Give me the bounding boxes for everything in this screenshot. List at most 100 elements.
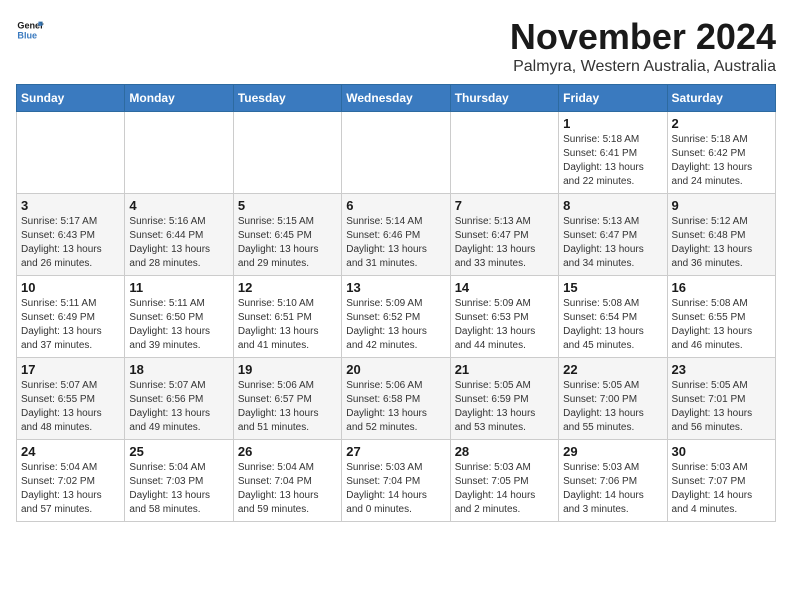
table-row: 5Sunrise: 5:15 AM Sunset: 6:45 PM Daylig… xyxy=(233,194,341,276)
table-row: 11Sunrise: 5:11 AM Sunset: 6:50 PM Dayli… xyxy=(125,276,233,358)
calendar-week-row: 10 Sunrise: 5:11 AM Sunset: 6:49 PM Dayli… xyxy=(17,276,776,358)
table-row: 4 Sunrise: 5:16 AM Sunset: 6:44 PM Daylig… xyxy=(125,194,233,276)
cell-day-number: 30 xyxy=(672,444,771,459)
cell-info-text: Sunrise: 5:13 AM Sunset: 6:47 PM Dayligh… xyxy=(455,215,554,271)
cell-info-text: Sunrise: 5:11 AM Sunset: 6:49 PM Dayligh… xyxy=(21,297,120,353)
cell-day-number: 28 xyxy=(455,444,554,459)
table-row xyxy=(233,112,341,194)
cell-day-number: 21 xyxy=(455,362,554,377)
logo: General Blue xyxy=(16,16,44,44)
cell-info-text: Sunrise: 5:04 AM Sunset: 7:03 PM Dayligh… xyxy=(129,461,228,517)
table-row: 13 Sunrise: 5:09 AM Sunset: 6:52 PM Dayli… xyxy=(342,276,450,358)
cell-info-text: Sunrise: 5:05 AM Sunset: 7:01 PM Dayligh… xyxy=(672,379,771,435)
cell-info-text: Sunrise: 5:13 AM Sunset: 6:47 PM Dayligh… xyxy=(563,215,662,271)
col-wednesday: Wednesday xyxy=(342,85,450,112)
calendar-header-row: Sunday Monday Tuesday Wednesday Thursday… xyxy=(17,85,776,112)
calendar-week-row: 3 Sunrise: 5:17 AM Sunset: 6:43 PM Daylig… xyxy=(17,194,776,276)
cell-info-text: Sunrise: 5:07 AM Sunset: 6:55 PM Dayligh… xyxy=(21,379,120,435)
table-row: 26 Sunrise: 5:04 AM Sunset: 7:04 PM Dayli… xyxy=(233,440,341,522)
cell-info-text: Sunrise: 5:05 AM Sunset: 6:59 PM Dayligh… xyxy=(455,379,554,435)
table-row: 19 Sunrise: 5:06 AM Sunset: 6:57 PM Dayli… xyxy=(233,358,341,440)
col-thursday: Thursday xyxy=(450,85,558,112)
cell-day-number: 7 xyxy=(455,198,554,213)
cell-info-text: Sunrise: 5:03 AM Sunset: 7:05 PM Dayligh… xyxy=(455,461,554,517)
cell-info-text: Sunrise: 5:12 AM Sunset: 6:48 PM Dayligh… xyxy=(672,215,771,271)
col-monday: Monday xyxy=(125,85,233,112)
table-row: 7 Sunrise: 5:13 AM Sunset: 6:47 PM Daylig… xyxy=(450,194,558,276)
table-row xyxy=(17,112,125,194)
table-row: 16Sunrise: 5:08 AM Sunset: 6:55 PM Dayli… xyxy=(667,276,775,358)
cell-day-number: 15 xyxy=(563,280,662,295)
cell-day-number: 27 xyxy=(346,444,445,459)
cell-info-text: Sunrise: 5:11 AM Sunset: 6:50 PM Dayligh… xyxy=(129,297,228,353)
cell-day-number: 3 xyxy=(21,198,120,213)
cell-day-number: 20 xyxy=(346,362,445,377)
table-row: 18 Sunrise: 5:07 AM Sunset: 6:56 PM Dayli… xyxy=(125,358,233,440)
cell-day-number: 1 xyxy=(563,116,662,131)
table-row: 24Sunrise: 5:04 AM Sunset: 7:02 PM Dayli… xyxy=(17,440,125,522)
cell-info-text: Sunrise: 5:09 AM Sunset: 6:53 PM Dayligh… xyxy=(455,297,554,353)
logo-icon: General Blue xyxy=(16,16,44,44)
cell-info-text: Sunrise: 5:10 AM Sunset: 6:51 PM Dayligh… xyxy=(238,297,337,353)
cell-day-number: 4 xyxy=(129,198,228,213)
table-row: 14 Sunrise: 5:09 AM Sunset: 6:53 PM Dayli… xyxy=(450,276,558,358)
table-row xyxy=(342,112,450,194)
cell-day-number: 29 xyxy=(563,444,662,459)
table-row: 27 Sunrise: 5:03 AM Sunset: 7:04 PM Dayli… xyxy=(342,440,450,522)
cell-day-number: 10 xyxy=(21,280,120,295)
cell-day-number: 2 xyxy=(672,116,771,131)
cell-day-number: 9 xyxy=(672,198,771,213)
cell-info-text: Sunrise: 5:04 AM Sunset: 7:04 PM Dayligh… xyxy=(238,461,337,517)
cell-info-text: Sunrise: 5:06 AM Sunset: 6:57 PM Dayligh… xyxy=(238,379,337,435)
cell-day-number: 6 xyxy=(346,198,445,213)
table-row: 2 Sunrise: 5:18 AM Sunset: 6:42 PM Daylig… xyxy=(667,112,775,194)
table-row: 1 Sunrise: 5:18 AM Sunset: 6:41 PM Daylig… xyxy=(559,112,667,194)
cell-day-number: 12 xyxy=(238,280,337,295)
col-tuesday: Tuesday xyxy=(233,85,341,112)
cell-info-text: Sunrise: 5:08 AM Sunset: 6:54 PM Dayligh… xyxy=(563,297,662,353)
table-row: 29 Sunrise: 5:03 AM Sunset: 7:06 PM Dayli… xyxy=(559,440,667,522)
cell-day-number: 5 xyxy=(238,198,337,213)
calendar-week-row: 24Sunrise: 5:04 AM Sunset: 7:02 PM Dayli… xyxy=(17,440,776,522)
cell-day-number: 26 xyxy=(238,444,337,459)
cell-info-text: Sunrise: 5:16 AM Sunset: 6:44 PM Dayligh… xyxy=(129,215,228,271)
table-row: 22 Sunrise: 5:05 AM Sunset: 7:00 PM Dayli… xyxy=(559,358,667,440)
calendar-table: Sunday Monday Tuesday Wednesday Thursday… xyxy=(16,84,776,522)
calendar-week-row: 1 Sunrise: 5:18 AM Sunset: 6:41 PM Daylig… xyxy=(17,112,776,194)
table-row: 28 Sunrise: 5:03 AM Sunset: 7:05 PM Dayli… xyxy=(450,440,558,522)
cell-day-number: 22 xyxy=(563,362,662,377)
cell-day-number: 8 xyxy=(563,198,662,213)
cell-info-text: Sunrise: 5:09 AM Sunset: 6:52 PM Dayligh… xyxy=(346,297,445,353)
cell-info-text: Sunrise: 5:03 AM Sunset: 7:06 PM Dayligh… xyxy=(563,461,662,517)
table-row: 6 Sunrise: 5:14 AM Sunset: 6:46 PM Daylig… xyxy=(342,194,450,276)
cell-info-text: Sunrise: 5:07 AM Sunset: 6:56 PM Dayligh… xyxy=(129,379,228,435)
col-friday: Friday xyxy=(559,85,667,112)
table-row: 23Sunrise: 5:05 AM Sunset: 7:01 PM Dayli… xyxy=(667,358,775,440)
col-sunday: Sunday xyxy=(17,85,125,112)
cell-day-number: 14 xyxy=(455,280,554,295)
calendar-week-row: 17Sunrise: 5:07 AM Sunset: 6:55 PM Dayli… xyxy=(17,358,776,440)
table-row: 25 Sunrise: 5:04 AM Sunset: 7:03 PM Dayli… xyxy=(125,440,233,522)
cell-info-text: Sunrise: 5:17 AM Sunset: 6:43 PM Dayligh… xyxy=(21,215,120,271)
cell-day-number: 19 xyxy=(238,362,337,377)
header: General Blue November 2024 Palmyra, West… xyxy=(16,16,776,76)
table-row xyxy=(125,112,233,194)
cell-day-number: 18 xyxy=(129,362,228,377)
table-row: 10 Sunrise: 5:11 AM Sunset: 6:49 PM Dayli… xyxy=(17,276,125,358)
cell-info-text: Sunrise: 5:05 AM Sunset: 7:00 PM Dayligh… xyxy=(563,379,662,435)
table-row: 17Sunrise: 5:07 AM Sunset: 6:55 PM Dayli… xyxy=(17,358,125,440)
table-row: 21 Sunrise: 5:05 AM Sunset: 6:59 PM Dayli… xyxy=(450,358,558,440)
cell-info-text: Sunrise: 5:03 AM Sunset: 7:04 PM Dayligh… xyxy=(346,461,445,517)
cell-info-text: Sunrise: 5:18 AM Sunset: 6:42 PM Dayligh… xyxy=(672,133,771,189)
cell-info-text: Sunrise: 5:04 AM Sunset: 7:02 PM Dayligh… xyxy=(21,461,120,517)
cell-day-number: 25 xyxy=(129,444,228,459)
cell-info-text: Sunrise: 5:14 AM Sunset: 6:46 PM Dayligh… xyxy=(346,215,445,271)
table-row: 3 Sunrise: 5:17 AM Sunset: 6:43 PM Daylig… xyxy=(17,194,125,276)
cell-info-text: Sunrise: 5:06 AM Sunset: 6:58 PM Dayligh… xyxy=(346,379,445,435)
table-row xyxy=(450,112,558,194)
cell-day-number: 13 xyxy=(346,280,445,295)
cell-info-text: Sunrise: 5:18 AM Sunset: 6:41 PM Dayligh… xyxy=(563,133,662,189)
svg-text:Blue: Blue xyxy=(17,30,37,40)
cell-info-text: Sunrise: 5:08 AM Sunset: 6:55 PM Dayligh… xyxy=(672,297,771,353)
table-row: 9 Sunrise: 5:12 AM Sunset: 6:48 PM Daylig… xyxy=(667,194,775,276)
